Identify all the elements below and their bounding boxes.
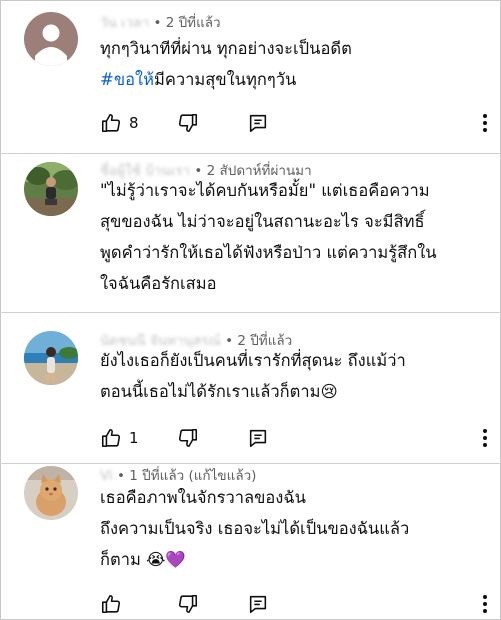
thumb-up-icon [101,594,121,614]
thumb-down-icon [178,428,198,448]
dislike-button[interactable] [177,592,199,616]
comment-meta: วัน เวลา • 2 ปีที่แล้ว [100,15,221,31]
divider [0,312,501,313]
avatar[interactable] [24,466,78,520]
avatar[interactable] [24,331,78,385]
thumb-down-icon [178,113,198,133]
like-button[interactable]: 8 [100,111,139,135]
dislike-button[interactable] [177,426,199,450]
comment-line: ตอนนี้เธอไม่ได้รักเราแล้วก็ตาม😢 [100,382,338,401]
comment-line: ใจฉันคือรักเสมอ [100,274,217,293]
avatar[interactable] [24,162,78,216]
reply-icon [249,429,267,448]
user-photo-icon [24,331,78,385]
user-photo-icon [24,162,78,216]
dislike-button[interactable] [177,111,199,135]
comment-text: เธอคือภาพในจักรวาลของฉัน ถึงความเป็นจริง… [100,482,485,575]
comment-time[interactable]: 2 ปีที่แล้ว [166,15,221,31]
avatar[interactable] [24,12,78,66]
reply-icon [249,114,267,133]
comment-text: ทุกๆวินาทีที่ผ่าน ทุกอย่างจะเป็นอดีต #ขอ… [100,33,485,95]
comment-actions: 1 [100,426,490,450]
comment-line: ก็ตาม 😭💜 [100,550,186,569]
reply-button[interactable] [247,592,269,616]
more-vert-icon [483,595,487,613]
reply-button[interactable] [247,426,269,450]
like-count: 8 [129,114,139,132]
more-options-button[interactable] [480,592,490,616]
like-button[interactable] [100,592,122,616]
comment-line: #ขอให้มีความสุขในทุกๆวัน [100,70,297,89]
comment-actions [100,592,490,616]
user-photo-icon [24,466,78,520]
comment-actions: 8 [100,111,490,135]
comment-line: ทุกๆวินาทีที่ผ่าน ทุกอย่างจะเป็นอดีต [100,39,352,58]
comment-line: ถึงความเป็นจริง เธอจะไม่ได้เป็นของฉันแล้… [100,519,410,538]
like-button[interactable]: 1 [100,426,139,450]
like-count: 1 [129,429,139,447]
thumb-up-icon [101,113,121,133]
more-vert-icon [483,429,487,447]
comment-text: "ไม่รู้ว่าเราจะได้คบกันหรือมั้ย" แต่เธอค… [100,175,485,299]
comment-line: "ไม่รู้ว่าเราจะได้คบกันหรือมั้ย" แต่เธอค… [100,181,430,200]
more-vert-icon [483,114,487,132]
hashtag-link[interactable]: #ขอให้ [100,70,154,89]
comment-line: เธอคือภาพในจักรวาลของฉัน [100,488,306,507]
default-avatar-icon [24,12,78,66]
divider [0,153,501,154]
thumb-down-icon [178,594,198,614]
comment-text: ยังไงเธอก็ยังเป็นคนที่เรารักที่สุดนะ ถึง… [100,345,485,407]
reply-icon [249,595,267,614]
thumb-up-icon [101,428,121,448]
reply-button[interactable] [247,111,269,135]
comment-line: ยังไงเธอก็ยังเป็นคนที่เรารักที่สุดนะ ถึง… [100,351,406,370]
comment-line: สุขของฉัน ไม่ว่าจะอยู่ในสถานะอะไร จะมีสิ… [100,212,425,231]
more-options-button[interactable] [480,111,490,135]
author-name[interactable]: วัน เวลา [100,15,149,31]
more-options-button[interactable] [480,426,490,450]
comment-line: พูดคำว่ารักให้เธอได้ฟังหรือป่าว แต่ความร… [100,243,437,262]
